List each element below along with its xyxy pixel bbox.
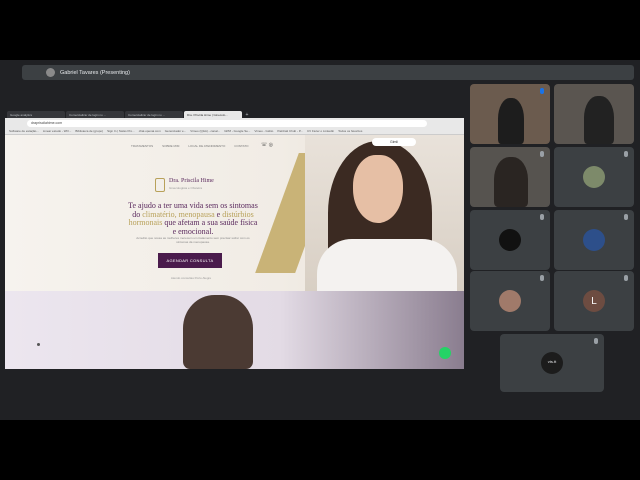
whatsapp-icon[interactable]: [439, 347, 451, 359]
mic-muted-icon: [540, 214, 544, 220]
participant-video: [494, 157, 528, 207]
participant-tile[interactable]: [554, 210, 634, 270]
participant-video: [498, 98, 524, 144]
presenter-bar: Gabriel Tavares (Presenting): [22, 65, 634, 80]
bookmark-item[interactable]: Sign In | Swiss Pro...: [107, 129, 135, 133]
participant-tile[interactable]: [470, 271, 550, 331]
presenter-avatar: [46, 68, 55, 77]
bookmark-item[interactable]: Software de estação...: [9, 129, 39, 133]
bookmark-item[interactable]: Vimeo (Q&A) - canal...: [190, 129, 220, 133]
bookmark-item[interactable]: chat.openai.com: [139, 129, 161, 133]
participant-tile[interactable]: [554, 84, 634, 144]
avatar: [499, 229, 521, 251]
bookmark-item[interactable]: CV Fazer o Linkedin: [307, 129, 334, 133]
shared-screen: Google analytics Comercializar de login …: [5, 109, 464, 369]
browser-tab-active[interactable]: Dra. Priscila Hime | Ginecolo...: [184, 111, 242, 118]
bookmark-item[interactable]: Painhati Chub - P...: [277, 129, 303, 133]
avatar: [499, 290, 521, 312]
browser-tabbar: Google analytics Comercializar de login …: [5, 109, 464, 118]
doctor-blouse: [317, 239, 457, 291]
avatar: [583, 166, 605, 188]
schedule-button[interactable]: AGENDAR CONSULTA: [158, 253, 222, 268]
logo-avatar-label: vts.tt: [547, 359, 557, 364]
logo-subtitle: Ginecologista e Obstetra: [169, 186, 203, 190]
extension-badge[interactable]: Gimli: [372, 138, 416, 146]
avatar: [583, 229, 605, 251]
letter-avatar: L: [583, 290, 605, 312]
logo-icon: [155, 178, 165, 192]
participant-tile[interactable]: [470, 147, 550, 207]
bookmark-item[interactable]: Linear estudo - WO...: [43, 129, 72, 133]
mic-muted-icon: [540, 151, 544, 157]
hero-subtext: Acredito que nossa as mulheres merecem u…: [136, 236, 250, 244]
participant-tile[interactable]: [554, 147, 634, 207]
site-nav: TRATAMENTOS SOBRE MIM LOCAL DE ATENDIMEN…: [131, 144, 248, 148]
participant-tile[interactable]: [470, 84, 550, 144]
mic-muted-icon: [624, 214, 628, 220]
participant-tile[interactable]: [470, 210, 550, 270]
website-content: TRATAMENTOS SOBRE MIM LOCAL DE ATENDIMEN…: [5, 135, 464, 369]
nav-item[interactable]: TRATAMENTOS: [131, 144, 153, 148]
contact-icons[interactable]: ☏ ◎: [261, 142, 273, 148]
mic-muted-icon: [624, 275, 628, 281]
mouse-cursor: [37, 343, 40, 346]
mic-muted-icon: [540, 275, 544, 281]
participant-video: [584, 96, 614, 144]
browser-tab[interactable]: Comercializar de login no ...: [125, 111, 183, 118]
meet-stage: Gabriel Tavares (Presenting) Google anal…: [0, 60, 640, 420]
participant-tile[interactable]: vts.tt: [500, 334, 604, 392]
address-bar: drapriscilahime.com: [5, 118, 464, 128]
bookmark-item[interactable]: Gerenciador e...: [165, 129, 187, 133]
presenter-name: Gabriel Tavares (Presenting): [60, 69, 130, 76]
bookmark-item[interactable]: GPM - Google Se...: [224, 129, 250, 133]
bookmark-item[interactable]: Biblioteca de (grupo): [75, 129, 103, 133]
badge-label: Gimli: [390, 140, 398, 144]
section-photo: [183, 295, 253, 369]
hero-caption: Atendo consultas Porto Alegre: [170, 276, 212, 280]
nav-item[interactable]: LOCAL DE ATENDIMENTO: [188, 144, 225, 148]
browser-tab[interactable]: Google analytics: [7, 111, 65, 118]
logo-name: Dra. Priscila Hime: [169, 178, 214, 184]
nav-item[interactable]: CONTATO: [234, 144, 248, 148]
speaking-icon: [540, 88, 544, 94]
browser-tab[interactable]: Comercializar de login no ...: [66, 111, 124, 118]
bookmark-item[interactable]: Vimeo - Gsbio: [254, 129, 273, 133]
mic-muted-icon: [594, 338, 598, 344]
hero-headline: Te ajudo a ter uma vida sem os sintomas …: [128, 201, 258, 236]
bookmarks-bar: Software de estação... Linear estudo - W…: [5, 128, 464, 135]
new-tab-icon[interactable]: +: [243, 112, 251, 118]
participant-tile[interactable]: L: [554, 271, 634, 331]
doctor-face: [353, 155, 403, 223]
url-field[interactable]: drapriscilahime.com: [27, 119, 427, 127]
nav-item[interactable]: SOBRE MIM: [162, 144, 179, 148]
bookmark-item[interactable]: Todos os favoritos: [338, 129, 362, 133]
mic-muted-icon: [624, 151, 628, 157]
